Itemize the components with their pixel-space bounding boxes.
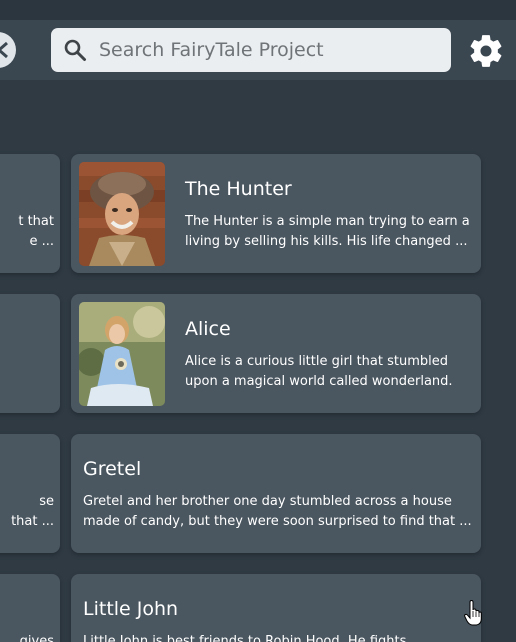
- card-desc-line: that ...: [11, 514, 54, 529]
- card-title: The Hunter: [185, 178, 292, 200]
- card-desc-line: e ...: [29, 234, 54, 249]
- character-card-left-3[interactable]: se that ...: [0, 434, 60, 553]
- card-desc-line: living by selling his kills. His life ch…: [185, 234, 468, 249]
- character-image-alice: [79, 302, 165, 406]
- search-bar[interactable]: [51, 28, 451, 72]
- card-title: Alice: [185, 318, 231, 340]
- card-desc-line: t that: [18, 214, 54, 229]
- card-title: Little John: [83, 598, 179, 620]
- character-card-left-2[interactable]: [0, 294, 60, 413]
- card-desc-line: Alice is a curious little girl that stum…: [185, 354, 448, 369]
- character-card-the-hunter[interactable]: The Hunter The Hunter is a simple man tr…: [71, 154, 481, 273]
- card-desc-line: Gretel and her brother one day stumbled …: [83, 494, 452, 509]
- character-card-gretel[interactable]: Gretel Gretel and her brother one day st…: [71, 434, 481, 553]
- card-desc-line: The Hunter is a simple man trying to ear…: [185, 214, 470, 229]
- character-card-little-john[interactable]: Little John Little John is best friends …: [71, 574, 481, 642]
- back-button[interactable]: [0, 32, 16, 68]
- character-image-hunter: [79, 162, 165, 266]
- card-desc-line: made of candy, but they were soon surpri…: [83, 514, 472, 529]
- back-arrow-icon: [0, 41, 8, 59]
- character-card-left-1[interactable]: t that e ...: [0, 154, 60, 273]
- card-desc-line: upon a magical world called wonderland.: [185, 374, 453, 389]
- search-input[interactable]: [99, 28, 439, 72]
- top-strip: [0, 0, 516, 20]
- card-title: Gretel: [83, 458, 142, 480]
- search-icon: [64, 39, 86, 61]
- header-bar: [0, 20, 516, 80]
- gear-icon[interactable]: [467, 32, 505, 70]
- app-frame: t that e ... se that ... gives: [0, 0, 516, 642]
- card-desc-line: se: [39, 494, 54, 509]
- character-card-alice[interactable]: Alice Alice is a curious little girl tha…: [71, 294, 481, 413]
- card-desc-line: Little John is best friends to Robin Hoo…: [83, 634, 407, 642]
- hand-pointer-icon: [464, 600, 482, 626]
- character-card-left-4[interactable]: gives: [0, 574, 60, 642]
- card-desc-line: gives: [19, 634, 54, 642]
